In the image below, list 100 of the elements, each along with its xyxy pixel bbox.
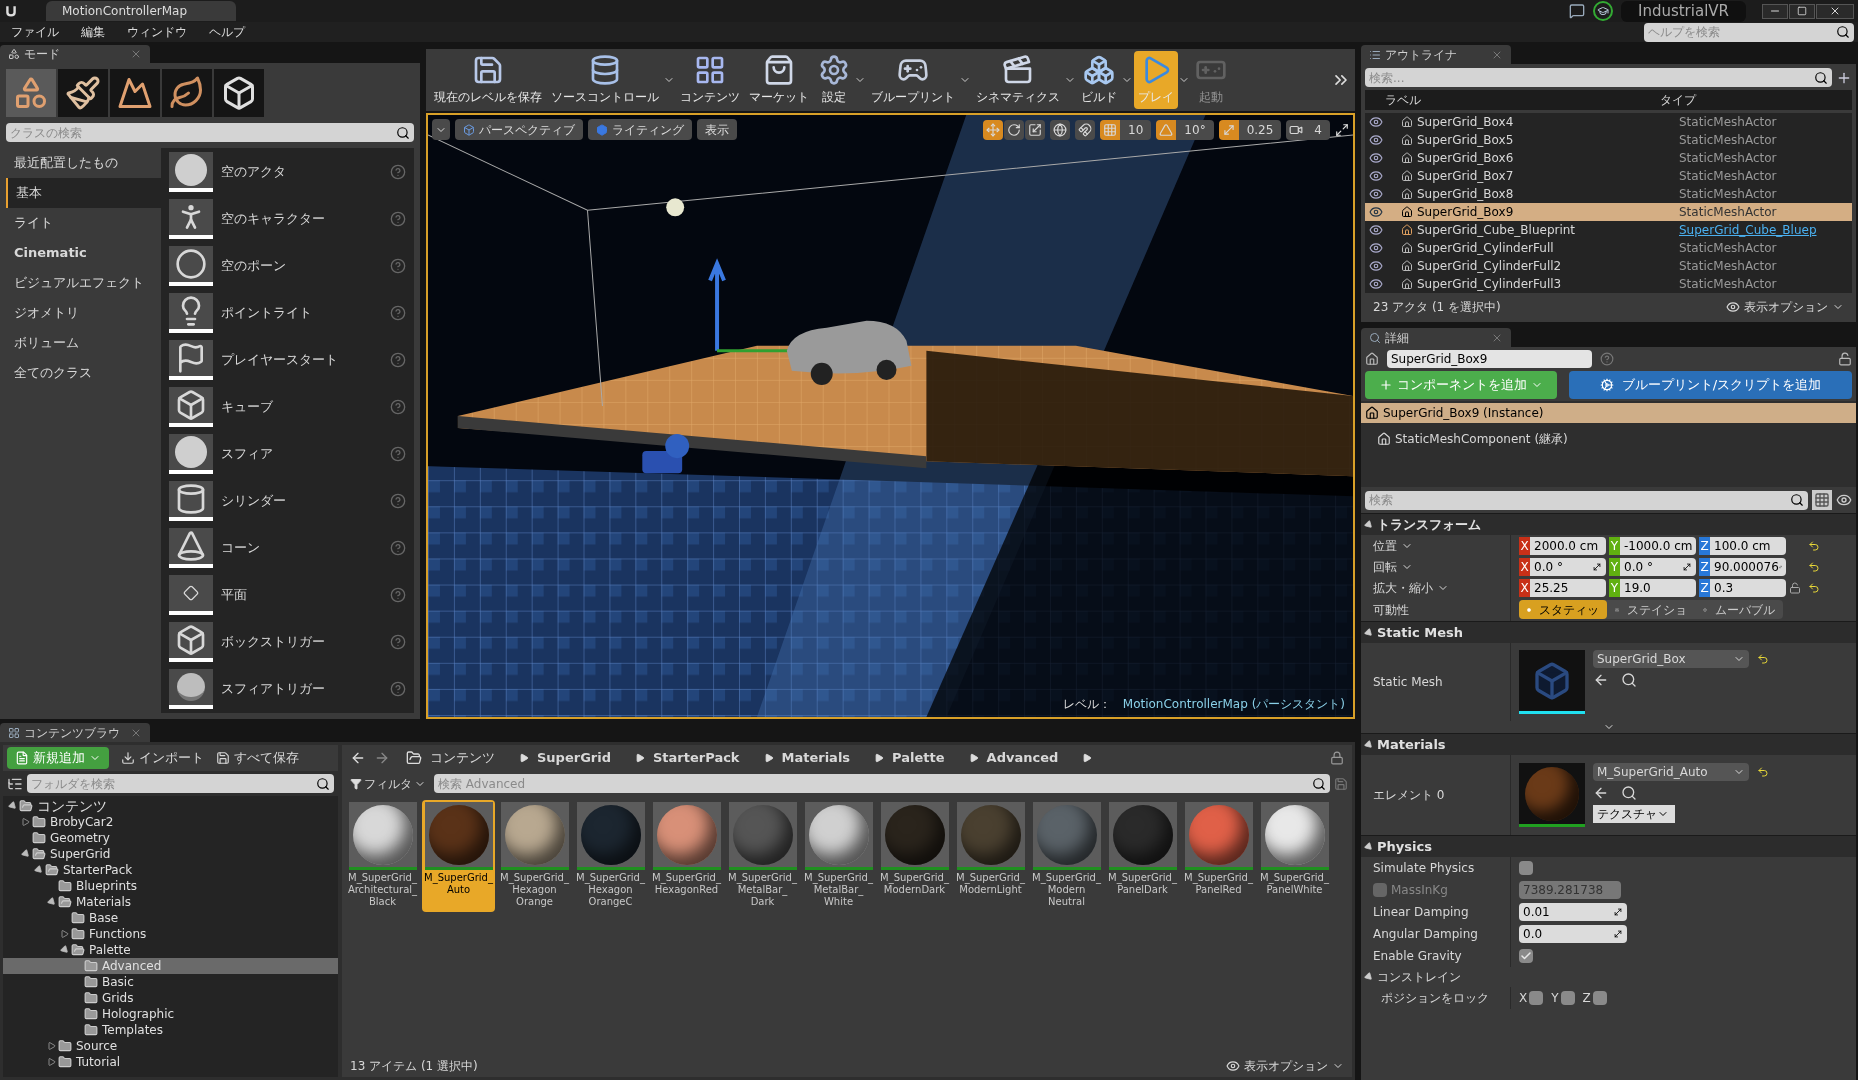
folder-tree-item[interactable]: Grids [3, 990, 338, 1006]
snap-value[interactable]: 10 [1120, 119, 1152, 140]
help-icon[interactable] [390, 446, 406, 462]
folder-tree-item[interactable]: Holographic [3, 1006, 338, 1022]
mode-tab[interactable] [214, 69, 264, 117]
maximize-button[interactable] [1789, 3, 1815, 19]
material-dropdown[interactable]: M_SuperGrid_Auto [1593, 763, 1749, 781]
chat-bubble-icon[interactable] [1569, 3, 1585, 19]
checkbox[interactable] [1519, 861, 1533, 875]
add-blueprint-button[interactable]: ブループリント/スクリプトを追加 [1569, 371, 1852, 399]
number-field[interactable]: -1000.0 cm [1620, 536, 1696, 555]
folder-tree-item[interactable]: Geometry [3, 830, 338, 846]
toolbar-button[interactable]: シネマティクス [972, 51, 1064, 109]
panel-tab[interactable]: アウトライナ [1361, 45, 1511, 64]
mesh-dropdown[interactable]: SuperGrid_Box [1593, 650, 1749, 668]
visibility-eye-icon[interactable] [1369, 169, 1383, 183]
search-field[interactable]: クラスの検索 [6, 123, 396, 142]
snap-toggle[interactable] [1286, 119, 1307, 140]
close-icon[interactable] [130, 48, 142, 60]
viewport[interactable]: パースペクティブ ライティング 表示 10 10° 0.25 4 レベル： MotionControllerMap (パーシスタント) [426, 113, 1355, 719]
outliner-row[interactable]: SuperGrid_Box4 StaticMeshActor [1365, 113, 1852, 131]
expanded-arrow-icon[interactable] [59, 944, 71, 956]
level-tab[interactable]: MotionControllerMap [46, 1, 236, 21]
breadcrumb-item[interactable]: コンテンツ [430, 748, 495, 768]
expanded-arrow-icon[interactable] [20, 848, 32, 860]
placeable-item[interactable]: ポイントライト [169, 293, 406, 333]
folder-tree-item[interactable]: Base [3, 910, 338, 926]
placeable-item[interactable]: キューブ [169, 387, 406, 427]
property-label[interactable]: 位置 [1373, 536, 1413, 555]
visibility-eye-icon[interactable] [1369, 277, 1383, 291]
reset-arrow-icon[interactable] [1808, 581, 1820, 594]
folder-tree-item[interactable]: Source [3, 1038, 338, 1054]
transform-mode-button[interactable] [1004, 119, 1025, 140]
visibility-eye-icon[interactable] [1369, 205, 1383, 219]
menu-item[interactable]: ファイル [0, 23, 70, 41]
panel-tab[interactable]: モード [0, 45, 150, 63]
help-icon[interactable] [390, 681, 406, 697]
collapse-triangle-icon[interactable] [1363, 840, 1375, 853]
collapsed-arrow-icon[interactable] [22, 818, 30, 826]
help-icon[interactable] [390, 399, 406, 415]
minimize-button[interactable] [1762, 3, 1788, 19]
search-field[interactable]: 検索 Advanced [434, 774, 1312, 793]
snap-toggle[interactable] [1156, 119, 1177, 140]
breadcrumb-arrow-icon[interactable] [1082, 753, 1093, 763]
number-field[interactable]: 90.000076 [1710, 557, 1786, 576]
folder-tree-item[interactable]: Materials [3, 894, 338, 910]
column-header[interactable]: タイプ [1660, 91, 1852, 109]
reset-arrow-icon[interactable] [1808, 539, 1820, 552]
component-item[interactable]: SuperGrid_Box9 (Instance) [1361, 403, 1856, 423]
number-field[interactable]: 0.3 [1710, 578, 1786, 597]
folder-tree-item[interactable]: Functions [3, 926, 338, 942]
folder-tree-item[interactable]: Tutorial [3, 1054, 338, 1070]
save-all-button[interactable]: すべて保存 [216, 748, 299, 768]
property-label[interactable]: 回転 [1373, 557, 1413, 576]
help-icon[interactable] [390, 493, 406, 509]
lock-icon[interactable] [1330, 751, 1344, 765]
mobility-option[interactable]: ステイショ [1607, 600, 1695, 619]
browse-search-icon[interactable] [1621, 672, 1637, 688]
breadcrumb-arrow-icon[interactable] [635, 753, 645, 763]
placeable-item[interactable]: 平面 [169, 575, 406, 615]
help-icon[interactable] [390, 587, 406, 603]
section-title[interactable]: Static Mesh [1377, 622, 1463, 643]
breadcrumb-item[interactable]: SuperGrid [537, 748, 611, 768]
folder-tree-item[interactable]: SuperGrid [3, 846, 338, 862]
placeable-item[interactable]: プレイヤースタート [169, 340, 406, 380]
panel-tab[interactable]: 詳細 [1361, 328, 1511, 347]
folder-tree-item[interactable]: Templates [3, 1022, 338, 1038]
breadcrumb-arrow-icon[interactable] [519, 753, 529, 763]
lock-icon[interactable] [1789, 581, 1801, 594]
visibility-eye-icon[interactable] [1369, 133, 1383, 147]
folder-tree-item[interactable]: Basic [3, 974, 338, 990]
mobility-option[interactable]: スタティッ [1519, 600, 1607, 619]
reset-arrow-icon[interactable] [1757, 653, 1769, 665]
transform-mode-button[interactable] [1025, 119, 1046, 140]
placeable-item[interactable]: 空のアクタ [169, 152, 406, 192]
help-icon[interactable] [390, 634, 406, 650]
back-arrow-icon[interactable] [350, 750, 366, 766]
help-icon[interactable] [390, 258, 406, 274]
view-options-button[interactable]: 表示オプション [1226, 1057, 1344, 1075]
reset-arrow-icon[interactable] [1808, 560, 1820, 573]
toolbar-button[interactable]: 設定 [814, 51, 854, 109]
outliner-row[interactable]: SuperGrid_Box9 StaticMeshActor [1365, 203, 1852, 221]
breadcrumb-item[interactable]: Advanced [986, 748, 1059, 768]
material-asset[interactable]: M_SuperGrid_ Auto [422, 800, 495, 912]
search-field[interactable]: フォルダを検索 [27, 774, 316, 793]
property-matrix-icon[interactable] [1812, 490, 1832, 510]
checkbox[interactable] [1519, 949, 1533, 963]
use-selected-arrow-icon[interactable] [1593, 785, 1609, 801]
search-field[interactable]: ヘルプを検索 [1644, 22, 1836, 42]
snap-value[interactable]: 10° [1176, 119, 1214, 140]
number-field[interactable]: 25.25 [1530, 578, 1606, 597]
section-title[interactable]: Materials [1377, 734, 1446, 755]
breadcrumb-arrow-icon[interactable] [763, 753, 774, 763]
placeable-item[interactable]: ボックストリガー [169, 622, 406, 662]
menu-item[interactable]: 編集 [70, 23, 116, 41]
folder-tree-item[interactable]: コンテンツ [3, 798, 338, 814]
collapse-triangle-icon[interactable] [1363, 518, 1375, 531]
menu-item[interactable]: ヘルプ [198, 23, 256, 41]
world-space-button[interactable] [1050, 119, 1071, 140]
viewport-mode-button[interactable]: 表示 [697, 119, 737, 140]
